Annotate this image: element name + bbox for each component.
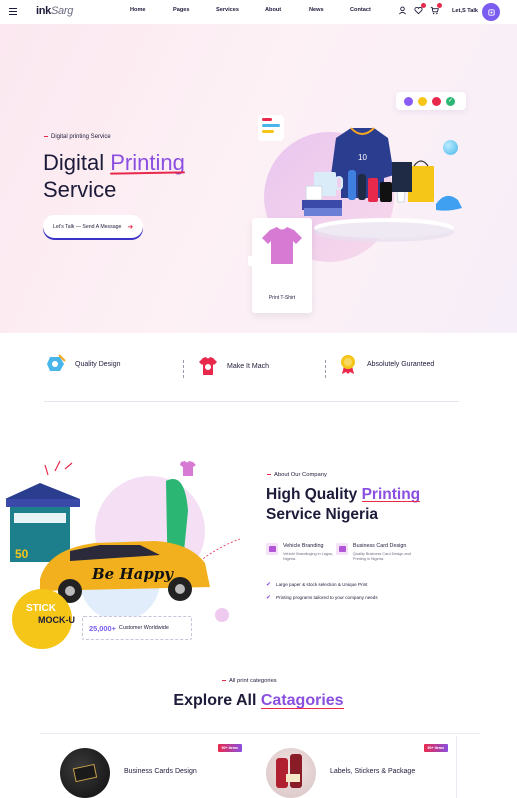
check-icon: ✔ (266, 595, 272, 601)
labels-image (266, 748, 316, 798)
categories-title: Explore All Catagories (173, 692, 344, 709)
phone-icon[interactable] (482, 3, 500, 21)
card-icon (336, 543, 348, 555)
color-dot-yellow (418, 96, 427, 106)
check-dot-icon: ✓ (446, 96, 455, 106)
svg-text:MOCK-U: MOCK-U (38, 615, 75, 625)
tshirt-icon (262, 227, 302, 264)
category-count-badge: 50+ Items (217, 744, 242, 752)
service-vehicle-branding[interactable]: Vehicle Branding Vehicle Brandinging in … (266, 543, 343, 562)
checklist-item: ✔ Large paper & stock selection & Unique … (266, 582, 368, 588)
cart-badge (437, 3, 442, 8)
feature-separator (183, 360, 184, 378)
hero-kicker: Digital printing Service (44, 134, 111, 140)
category-count-badge: 80+ Items (423, 744, 448, 752)
palette-card-icon (258, 115, 284, 141)
about-kicker: About Our Company (267, 472, 327, 478)
nav-news[interactable]: News (309, 7, 324, 13)
user-icon[interactable] (398, 6, 407, 15)
cart-icon[interactable] (430, 3, 442, 15)
color-dot-purple (404, 96, 413, 106)
feature-separator (325, 360, 326, 378)
feature-make-it-mach: Make It Mach (198, 355, 269, 377)
feature-guaranteed: Absolutely Guranteed (338, 353, 434, 375)
category-title: Business Cards Design (124, 768, 197, 775)
category-title: Labels, Stickers & Package (330, 768, 416, 775)
feature-quality-design: Quality Design (46, 353, 121, 375)
send-message-button[interactable]: Let's Talk — Send A Message ➜ (43, 215, 143, 238)
business-cards-image (60, 748, 110, 798)
nav-home[interactable]: Home (130, 7, 146, 13)
color-dot-red (432, 96, 441, 106)
nav-services[interactable]: Services (216, 7, 239, 13)
svg-text:Be Happy: Be Happy (91, 565, 174, 583)
features-strip: Quality Design Make It Mach Absolutely G… (0, 333, 517, 403)
tshirt-icon (199, 357, 217, 375)
lets-talk-link[interactable]: Let,S Talk (452, 8, 478, 14)
nav-about[interactable]: About (265, 7, 281, 13)
about-title: High Quality Printing Service Nigeria (266, 486, 421, 523)
hero-title: Digital Printing Service (43, 150, 185, 202)
customer-count-badge: 25,000+ Customer Worldwide (82, 616, 192, 640)
checklist-item: ✔ Printing programs tailored to your comp… (266, 595, 378, 601)
heart-icon[interactable] (414, 3, 426, 15)
color-dots-card: ✓ (396, 92, 466, 110)
menu-icon[interactable] (9, 8, 17, 16)
print-tshirt-card: Print T-Shirt (252, 218, 312, 313)
design-icon (47, 354, 66, 371)
svg-text:STICK: STICK (26, 603, 57, 614)
svg-text:10: 10 (358, 153, 367, 162)
printing-products-illustration: 10 (302, 127, 462, 242)
award-icon (341, 355, 355, 374)
vehicle-icon (266, 543, 278, 555)
hero-section: Digital printing Service Digital Printin… (0, 24, 517, 333)
decor-square (248, 256, 258, 266)
categories-kicker: All print categories (222, 678, 277, 684)
header-icons (398, 3, 442, 15)
print-tshirt-label: Print T-Shirt (268, 295, 296, 301)
decor-dot (215, 608, 229, 622)
send-icon: ➜ (127, 223, 134, 231)
site-logo[interactable]: inkSarg (36, 5, 73, 17)
svg-text:50: 50 (15, 547, 29, 561)
features-divider (44, 401, 459, 402)
card-border (456, 736, 457, 798)
wishlist-badge (421, 3, 426, 8)
about-section: 50 Be Happy STICK MOCK-U 25,000+ Customer… (0, 403, 517, 673)
category-card-business-cards[interactable]: Business Cards Design 50+ Items (44, 733, 250, 798)
service-business-card[interactable]: Business Card Design Quality Business Ca… (336, 543, 413, 562)
site-header: inkSarg Home Pages Services About News C… (0, 0, 517, 24)
check-icon: ✔ (266, 582, 272, 588)
category-card-labels[interactable]: Labels, Stickers & Package 80+ Items (250, 733, 456, 798)
nav-pages[interactable]: Pages (173, 7, 189, 13)
nav-contact[interactable]: Contact (350, 7, 371, 13)
